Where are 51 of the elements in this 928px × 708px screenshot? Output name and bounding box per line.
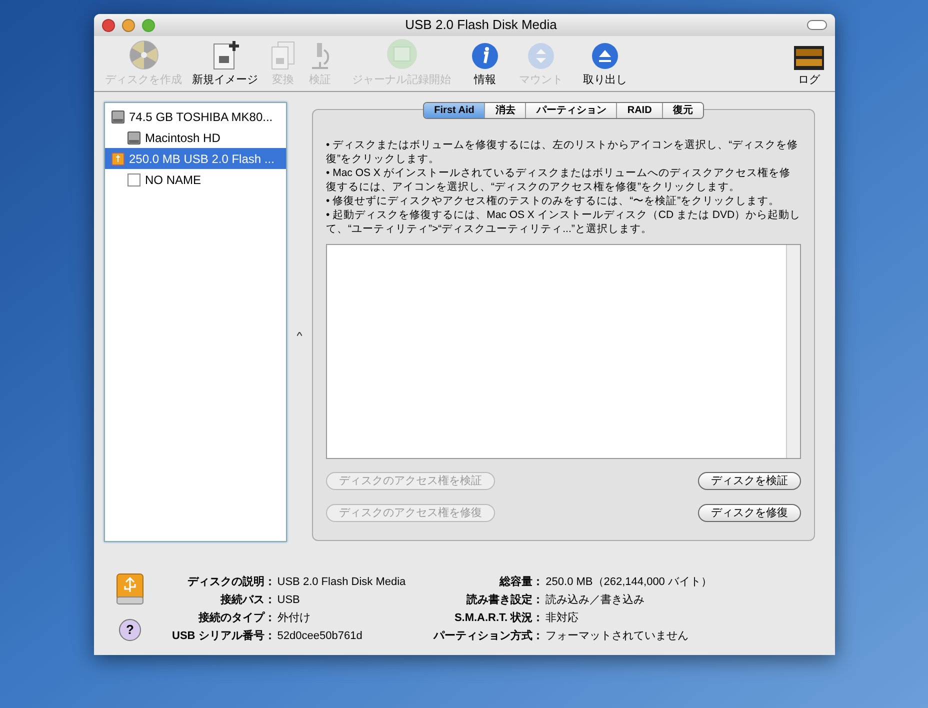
info-value: 250.0 MB（262,144,000 バイト） <box>546 575 712 590</box>
minimize-button[interactable] <box>122 18 135 32</box>
toolbar-button[interactable]: 取り出し <box>578 42 632 88</box>
disk-list-item[interactable]: Macintosh HD <box>105 127 286 148</box>
info-label: ディスクの説明： <box>186 574 276 590</box>
disk-list-item[interactable]: 74.5 GB TOSHIBA MK80... <box>105 106 286 127</box>
info-label: 接続のタイプ： <box>197 610 276 626</box>
instruction-text: • 修復せずにディスクやアクセス権のテストのみをするには、“〜を検証”をクリックします。 <box>326 194 781 208</box>
aqua-button[interactable]: ディスクを修復 <box>698 504 801 522</box>
tab[interactable]: First Aid <box>424 103 484 118</box>
info-label: 接続バス： <box>219 592 276 608</box>
info-icon <box>471 42 499 70</box>
zoom-button[interactable] <box>142 18 155 32</box>
tab[interactable]: パーティション <box>525 103 616 118</box>
aqua-button[interactable]: ディスクを検証 <box>698 472 801 490</box>
hard-drive-icon <box>127 130 141 144</box>
tab[interactable]: RAID <box>616 103 662 118</box>
blank-volume-icon <box>127 172 141 186</box>
info-value: 外付け <box>277 611 312 626</box>
toolbar-button[interactable]: ログ <box>789 46 829 88</box>
tab[interactable]: 消去 <box>484 103 526 118</box>
up-down-arrows-icon <box>527 42 555 70</box>
info-label: USB シリアル番号： <box>172 628 276 644</box>
info-value: 読み込み／書き込み <box>546 593 646 608</box>
tab[interactable]: 復元 <box>662 103 703 118</box>
disk-list-item[interactable]: 250.0 MB USB 2.0 Flash ... <box>105 148 286 169</box>
info-label: S.M.A.R.T. 状況： <box>453 610 544 626</box>
help-button[interactable]: ? <box>119 619 141 641</box>
instruction-text: • ディスクまたはボリュームを修復するには、左のリストからアイコンを選択し、“ディスクを修復”をクリックします。 <box>326 138 800 166</box>
toolbar-button[interactable]: 新規イメージ <box>187 40 263 88</box>
instruction-text: • Mac OS X がインストールされているディスクまたはボリュームへのディスクアクセス権を修復するには、アイコンを選択し、“ディスクのアクセス権を修復”をクリックします。 <box>326 166 792 194</box>
instruction-text: • 起動ディスクを修復するには、Mac OS X インストールディスク（CD または DVD）から起動して、“ユーティリティ”>“ディスクユーティリティ...”と選択します。 <box>326 208 801 236</box>
info-value: 非対応 <box>546 610 580 626</box>
eject-icon <box>591 42 619 70</box>
disk-list-item[interactable]: NO NAME <box>105 169 286 190</box>
info-value: 52d0cee50b761d <box>277 629 364 644</box>
info-label: パーティション方式： <box>434 628 544 644</box>
splitter-handle-icon[interactable] <box>297 332 302 336</box>
window-title: USB 2.0 Flash Disk Media <box>404 16 558 34</box>
toolbar-button[interactable]: 情報 <box>466 42 504 88</box>
info-value: フォーマットされていません <box>546 629 690 644</box>
disc-icon <box>128 40 158 70</box>
info-label: 総容量： <box>498 574 544 590</box>
info-label: 読み書き設定： <box>465 592 544 608</box>
close-button[interactable] <box>102 18 115 32</box>
toolbar-toggle-button[interactable] <box>807 20 827 30</box>
info-value: USB 2.0 Flash Disk Media <box>277 575 406 590</box>
hard-drive-icon <box>111 110 125 124</box>
info-value: USB <box>277 593 301 608</box>
console-icon <box>794 46 824 70</box>
drive-icon <box>386 38 418 70</box>
